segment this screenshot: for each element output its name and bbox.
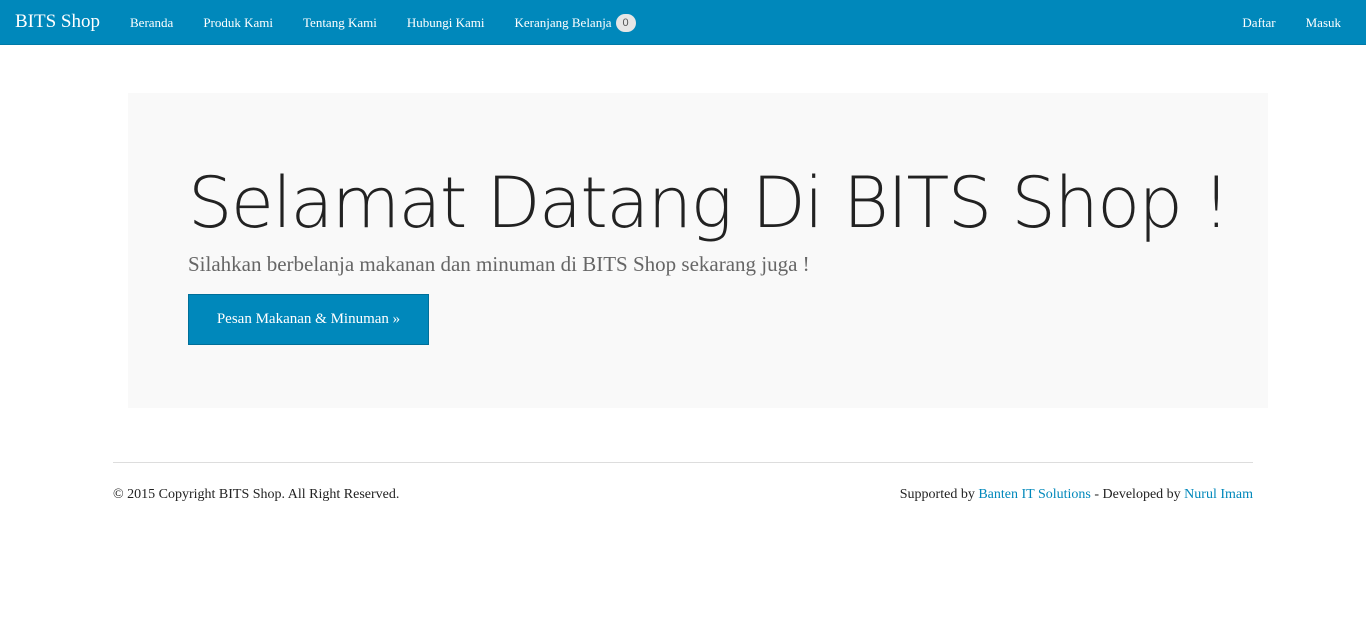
main-nav: Beranda Produk Kami Tentang Kami Hubungi…: [115, 0, 651, 45]
account-nav: Daftar Masuk: [1227, 0, 1356, 45]
top-navbar: BITS Shop Beranda Produk Kami Tentang Ka…: [0, 0, 1366, 45]
hero-jumbotron: Selamat Datang Di BITS Shop ! Silahkan b…: [128, 93, 1268, 408]
nav-item-daftar[interactable]: Daftar: [1227, 0, 1290, 45]
footer-supported-prefix: Supported by: [899, 487, 979, 502]
hero-title: Selamat Datang Di BITS Shop !: [188, 162, 1230, 244]
nav-item-keranjang-belanja[interactable]: Keranjang Belanja 0: [499, 0, 650, 45]
footer-copyright: © 2015 Copyright BITS Shop. All Right Re…: [113, 487, 400, 502]
nav-item-tentang-kami[interactable]: Tentang Kami: [288, 0, 392, 45]
nav-item-hubungi-kami[interactable]: Hubungi Kami: [392, 0, 500, 45]
footer-credits: Supported by Banten IT Solutions - Devel…: [900, 486, 1253, 504]
cart-count-badge: 0: [615, 13, 636, 32]
nav-item-beranda[interactable]: Beranda: [115, 0, 188, 45]
developer-link[interactable]: Nurul Imam: [1184, 487, 1253, 502]
footer-developed-prefix: - Developed by: [1090, 487, 1185, 502]
nav-item-masuk[interactable]: Masuk: [1291, 0, 1356, 45]
hero-subtitle: Silahkan berbelanja makanan dan minuman …: [188, 252, 810, 276]
nav-item-produk-kami[interactable]: Produk Kami: [188, 0, 288, 45]
footer-divider: [113, 462, 1253, 463]
brand-logo-link[interactable]: BITS Shop: [15, 11, 100, 33]
nav-item-keranjang-label: Keranjang Belanja: [514, 15, 612, 30]
order-food-button[interactable]: Pesan Makanan & Minuman »: [188, 294, 429, 345]
banten-it-solutions-link[interactable]: Banten IT Solutions: [978, 487, 1091, 502]
